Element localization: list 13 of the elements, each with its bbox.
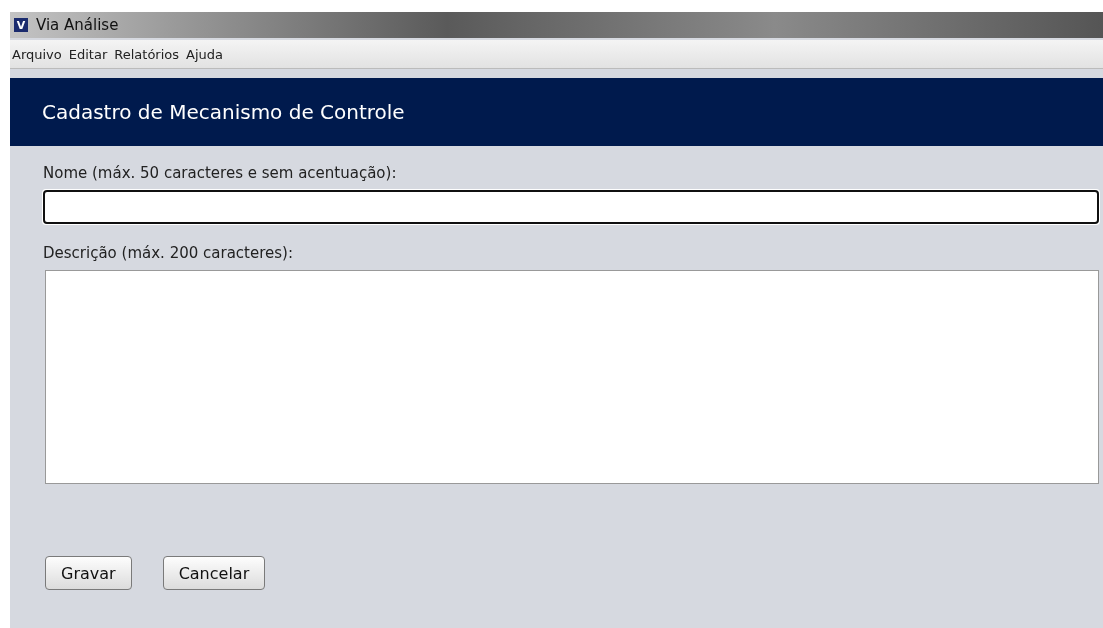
menu-item[interactable]: Editar [68,46,108,62]
form-title: Cadastro de Mecanismo de Controle [42,100,405,124]
menu-item[interactable]: Ajuda [186,46,223,62]
form-button[interactable]: Gravar [45,556,132,590]
field-label: Descrição (máx. 200 caracteres): [43,244,294,262]
field-label: Nome (máx. 50 caracteres e sem acentuação): [43,164,398,182]
name-field[interactable] [43,190,1099,224]
form-button[interactable]: Cancelar [162,556,266,590]
menu-item[interactable]: Arquivo [12,46,62,62]
app-icon: V [14,18,28,32]
description-field[interactable] [45,270,1099,484]
window-title: Via Análise [36,16,119,34]
menu-item[interactable]: Relatórios [114,46,180,62]
